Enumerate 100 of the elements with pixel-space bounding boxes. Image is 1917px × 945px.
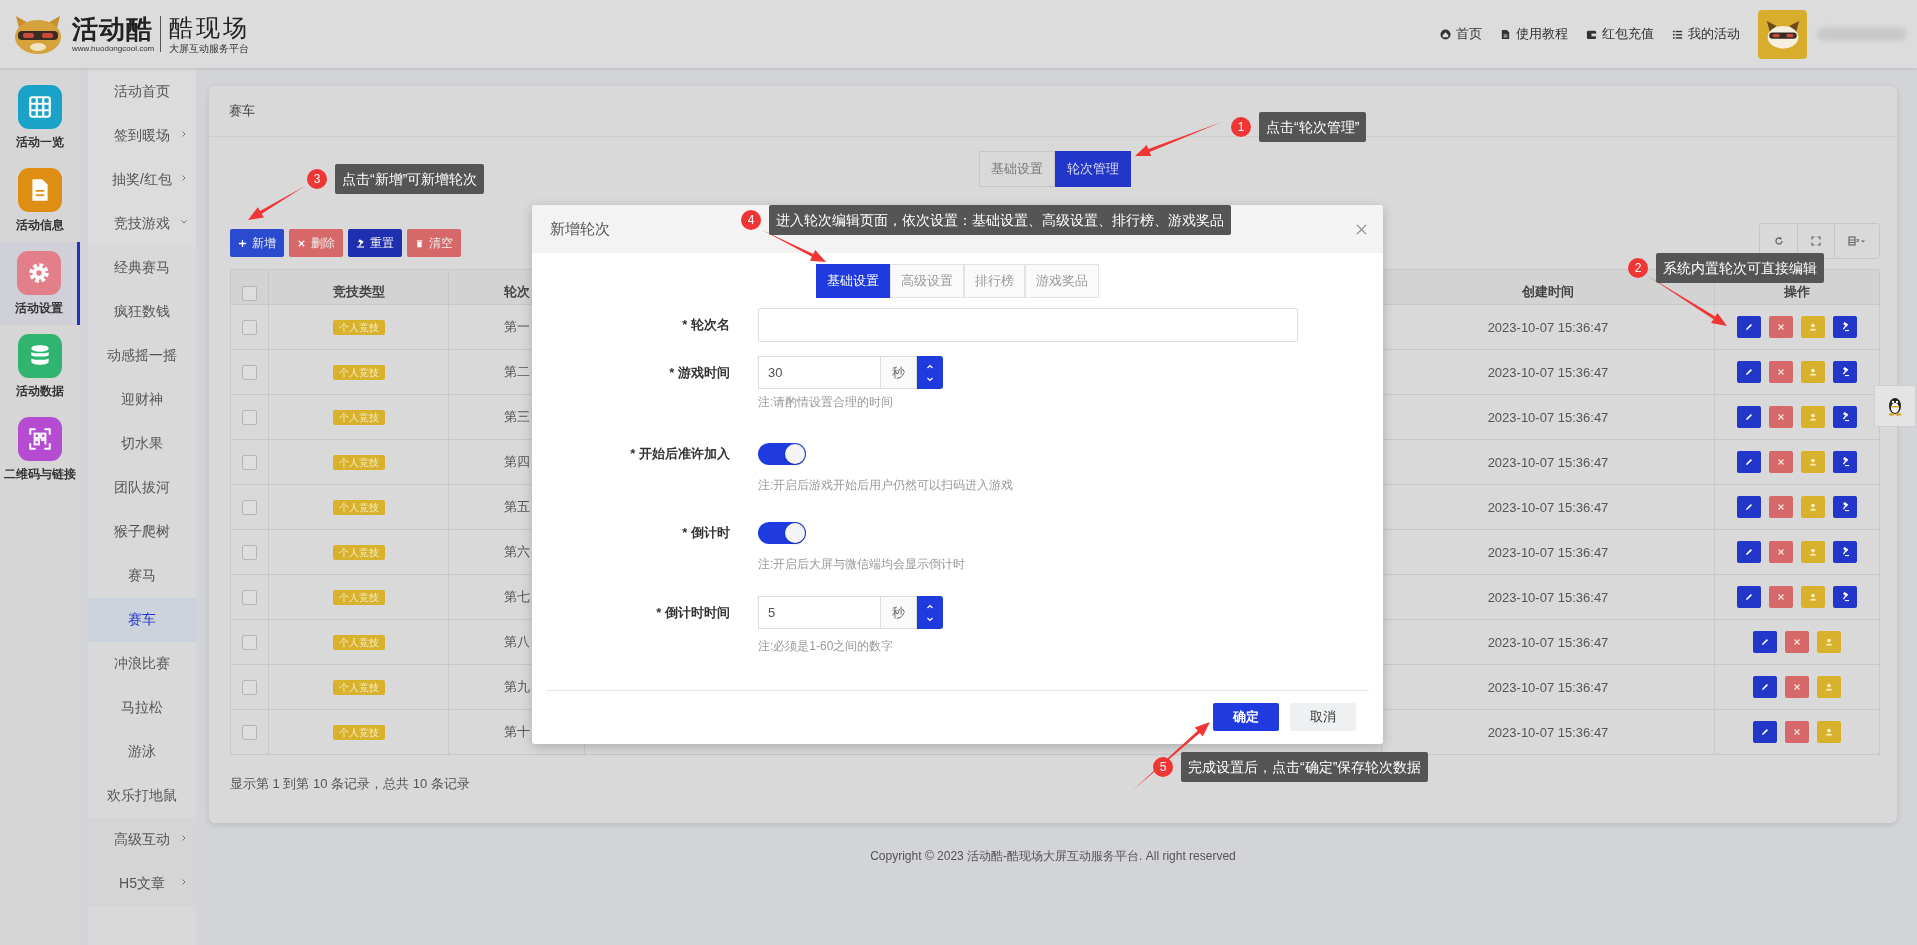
page-title: 赛车	[229, 102, 255, 120]
clear-button[interactable]: 清空	[407, 229, 461, 257]
menu-item[interactable]: H5文章	[88, 862, 196, 906]
menu-item[interactable]: 高级互动	[88, 818, 196, 862]
user-icon	[1808, 502, 1818, 512]
row-checkbox[interactable]	[242, 680, 257, 696]
reset-button[interactable]	[1833, 361, 1857, 383]
chevron-icon	[180, 174, 188, 182]
user-button[interactable]	[1801, 406, 1825, 428]
input-field[interactable]	[758, 308, 1298, 342]
delete-button[interactable]: 删除	[289, 229, 343, 257]
reset-button[interactable]	[1833, 451, 1857, 473]
number-field[interactable]: 5	[758, 596, 881, 629]
edit-button[interactable]	[1737, 541, 1761, 563]
sidebar-item[interactable]: 活动信息	[0, 159, 80, 242]
user-button[interactable]	[1801, 586, 1825, 608]
reset-button[interactable]	[1833, 406, 1857, 428]
number-field[interactable]: 30	[758, 356, 881, 389]
category-tag: 个人竞技	[332, 590, 385, 605]
brand-name: 活动酷	[72, 14, 154, 44]
unit-label: 秒	[881, 356, 917, 389]
unit-label: 秒	[881, 596, 917, 629]
reset-button[interactable]	[1833, 316, 1857, 338]
delete-button[interactable]	[1769, 406, 1793, 428]
toggle-switch[interactable]	[758, 522, 806, 544]
pencil-icon	[1760, 637, 1770, 647]
field-hint: 注:必须是1-60之间的数字	[758, 638, 895, 654]
columns-button[interactable]	[1834, 224, 1879, 258]
menu-item[interactable]: 赛车	[88, 598, 196, 642]
row-checkbox[interactable]	[242, 635, 257, 651]
gavel-icon	[1840, 322, 1850, 332]
tab[interactable]: 基础设置	[979, 151, 1055, 187]
user-button[interactable]	[1801, 496, 1825, 518]
user-button[interactable]	[1801, 361, 1825, 383]
tab[interactable]: 轮次管理	[1055, 151, 1131, 187]
delete-button[interactable]	[1769, 586, 1793, 608]
delete-button[interactable]	[1769, 496, 1793, 518]
nav-link[interactable]: 红包充值	[1586, 25, 1654, 43]
delete-button[interactable]	[1769, 361, 1793, 383]
sidebar-item[interactable]: 活动数据	[0, 325, 80, 408]
toggle-switch[interactable]	[758, 443, 806, 465]
delete-button[interactable]	[1769, 451, 1793, 473]
delete-button[interactable]	[1769, 316, 1793, 338]
nav-link[interactable]: 首页	[1440, 25, 1482, 43]
reset-button[interactable]	[1833, 586, 1857, 608]
chat-button[interactable]	[1874, 385, 1916, 427]
user-button[interactable]	[1801, 541, 1825, 563]
delete-button[interactable]	[1785, 676, 1809, 698]
edit-button[interactable]	[1737, 406, 1761, 428]
stepper-button[interactable]	[917, 596, 943, 629]
category-tag: 个人竞技	[332, 410, 385, 425]
edit-button[interactable]	[1753, 721, 1777, 743]
edit-button[interactable]	[1737, 361, 1761, 383]
row-checkbox[interactable]	[242, 365, 257, 381]
reset-button[interactable]	[1833, 541, 1857, 563]
sidebar-item[interactable]: 活动设置	[0, 242, 80, 325]
avatar-image[interactable]	[1758, 9, 1807, 59]
arrow	[248, 186, 305, 220]
cancel-button[interactable]: 取消	[1290, 703, 1356, 731]
row-checkbox[interactable]	[242, 545, 257, 561]
nav-link[interactable]: 使用教程	[1500, 25, 1568, 43]
row-checkbox[interactable]	[242, 500, 257, 516]
user-button[interactable]	[1817, 721, 1841, 743]
table-cell: 第九	[503, 679, 530, 694]
close-icon	[1776, 592, 1786, 602]
row-checkbox[interactable]	[242, 590, 257, 606]
copyright-text: Copyright © 2023 活动酷-酷现场大屏互动服务平台. All right reserved	[869, 848, 1237, 865]
gavel-icon	[1840, 457, 1850, 467]
stepper-button[interactable]	[917, 356, 943, 389]
sidebar-item[interactable]: 二维码与链接	[0, 408, 80, 491]
column-header: 轮次	[503, 284, 530, 299]
delete-button[interactable]	[1785, 631, 1809, 653]
user-button[interactable]	[1817, 676, 1841, 698]
add-button[interactable]: 新增	[230, 229, 284, 257]
edit-button[interactable]	[1753, 676, 1777, 698]
close-icon[interactable]	[1356, 223, 1367, 235]
user-button[interactable]	[1817, 631, 1841, 653]
user-button[interactable]	[1801, 451, 1825, 473]
user-icon	[1824, 727, 1834, 737]
edit-button[interactable]	[1737, 316, 1761, 338]
edit-button[interactable]	[1737, 496, 1761, 518]
row-checkbox[interactable]	[242, 725, 257, 741]
sidebar-item[interactable]: 活动一览	[0, 76, 80, 159]
row-checkbox[interactable]	[242, 410, 257, 426]
confirm-button[interactable]: 确定	[1213, 703, 1279, 731]
delete-button[interactable]	[1769, 541, 1793, 563]
field-label: * 轮次名	[681, 316, 730, 334]
delete-button[interactable]	[1785, 721, 1809, 743]
fullscreen-icon	[1811, 236, 1821, 246]
edit-button[interactable]	[1737, 586, 1761, 608]
row-checkbox[interactable]	[242, 320, 257, 336]
edit-button[interactable]	[1737, 451, 1761, 473]
select-all-checkbox[interactable]	[242, 286, 257, 301]
edit-button[interactable]	[1753, 631, 1777, 653]
nav-link[interactable]: 我的活动	[1672, 25, 1740, 43]
user-button[interactable]	[1801, 316, 1825, 338]
tab[interactable]: 基础设置	[816, 264, 890, 298]
row-checkbox[interactable]	[242, 455, 257, 471]
reset-button[interactable]: 重置	[348, 229, 402, 257]
reset-button[interactable]	[1833, 496, 1857, 518]
